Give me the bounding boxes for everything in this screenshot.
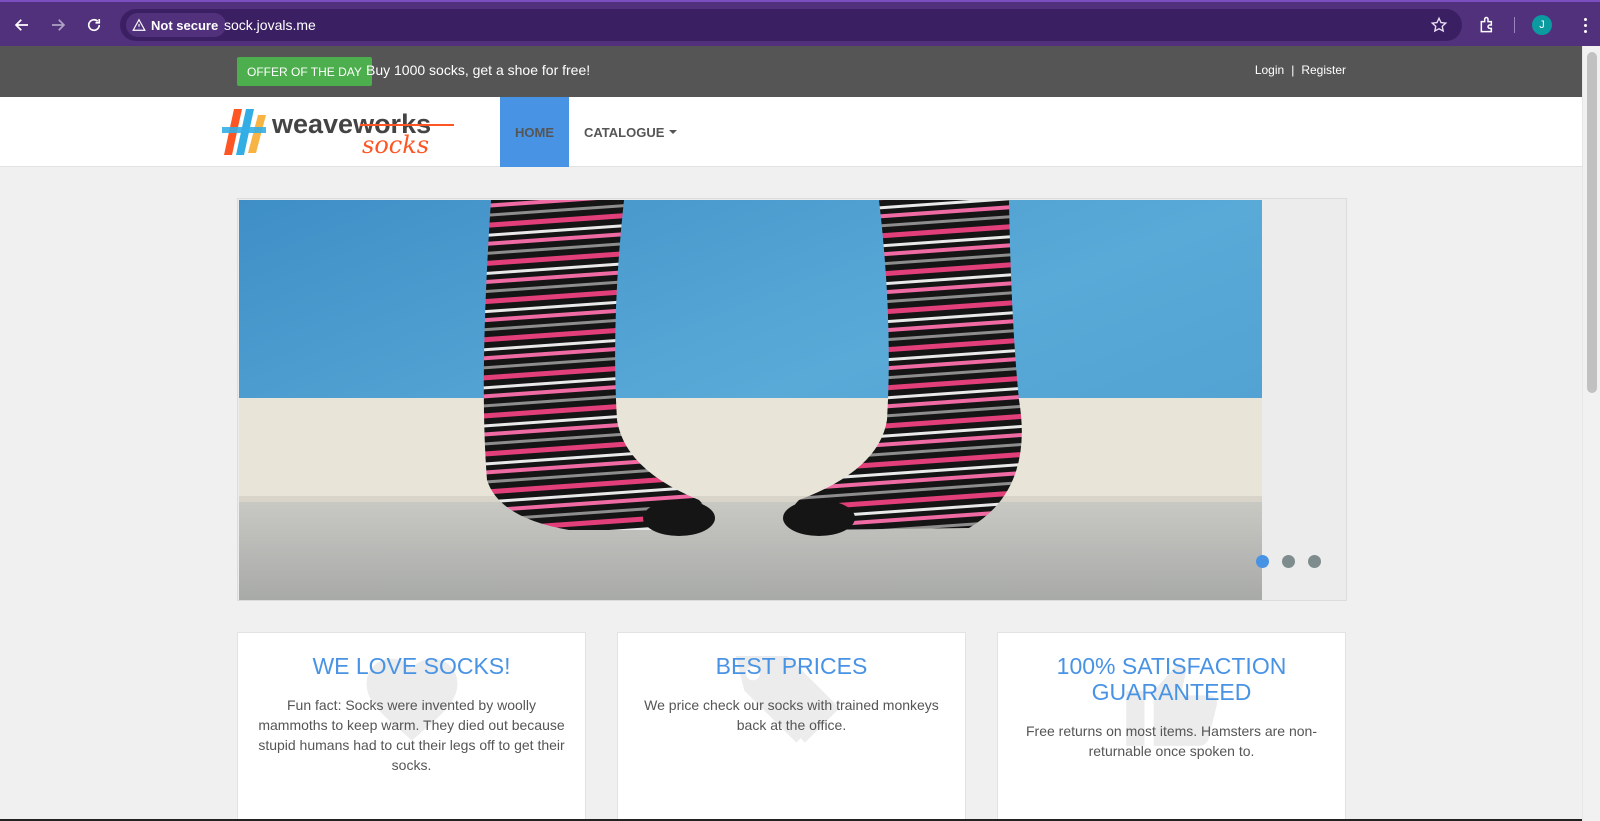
- address-bar[interactable]: Not secure sock.jovals.me: [120, 9, 1462, 41]
- offer-bar: OFFER OF THE DAY Buy 1000 socks, get a s…: [0, 46, 1582, 97]
- nav-catalogue-label: CATALOGUE: [584, 124, 665, 140]
- feature-text: Free returns on most items. Hamsters are…: [1026, 723, 1317, 759]
- toolbar-divider: [1514, 17, 1515, 33]
- weaveworks-logo-mark: [222, 109, 266, 155]
- feature-text: Fun fact: Socks were invented by woolly …: [258, 697, 565, 773]
- auth-divider: |: [1291, 63, 1295, 77]
- hero-carousel[interactable]: [237, 198, 1347, 601]
- security-label: Not secure: [151, 17, 219, 33]
- hero-slide-image: [239, 200, 1262, 600]
- caret-down-icon: [669, 130, 678, 134]
- weaveworks-socks-logo[interactable]: weaveworks socks: [222, 107, 462, 157]
- back-arrow-icon[interactable]: [7, 10, 37, 40]
- warning-triangle-icon: [132, 18, 146, 31]
- carousel-dots: [1256, 555, 1321, 568]
- carousel-dot-3[interactable]: [1308, 555, 1321, 568]
- security-chip[interactable]: Not secure: [126, 13, 227, 37]
- login-link[interactable]: Login: [1255, 63, 1284, 77]
- main-navbar: weaveworks socks HOME CATALOGUE: [0, 97, 1582, 167]
- star-icon[interactable]: [1430, 16, 1448, 34]
- feature-title: WE LOVE SOCKS!: [312, 653, 511, 679]
- url-text[interactable]: sock.jovals.me: [224, 17, 316, 33]
- striped-socks-photo: [239, 200, 1262, 600]
- feature-text: We price check our socks with trained mo…: [644, 697, 939, 733]
- auth-links: Login | Register: [1255, 63, 1346, 77]
- nav-catalogue-dropdown[interactable]: CATALOGUE: [584, 97, 678, 167]
- logo-text-socks: socks: [362, 131, 429, 157]
- extensions-icon[interactable]: [1478, 15, 1498, 35]
- feature-box-best-prices: BEST PRICES We price check our socks wit…: [617, 632, 966, 821]
- register-link[interactable]: Register: [1301, 63, 1346, 77]
- forward-arrow-icon[interactable]: [43, 10, 73, 40]
- scrollbar-thumb[interactable]: [1587, 52, 1597, 393]
- nav-home[interactable]: HOME: [500, 97, 569, 167]
- carousel-dot-1[interactable]: [1256, 555, 1269, 568]
- offer-of-the-day-badge[interactable]: OFFER OF THE DAY: [237, 57, 372, 86]
- profile-avatar[interactable]: J: [1532, 15, 1552, 35]
- offer-text: Buy 1000 socks, get a shoe for free!: [366, 62, 591, 78]
- page-scrollbar[interactable]: [1582, 46, 1600, 821]
- carousel-dot-2[interactable]: [1282, 555, 1295, 568]
- more-vert-icon[interactable]: [1576, 15, 1594, 35]
- browser-toolbar: Not secure sock.jovals.me J: [0, 0, 1600, 46]
- feature-title: 100% SATISFACTION GUARANTEED: [1056, 653, 1287, 705]
- feature-box-satisfaction: 100% SATISFACTION GUARANTEED Free return…: [997, 632, 1346, 821]
- feature-box-love-socks: WE LOVE SOCKS! Fun fact: Socks were inve…: [237, 632, 586, 821]
- reload-icon[interactable]: [79, 10, 109, 40]
- feature-title: BEST PRICES: [715, 653, 868, 679]
